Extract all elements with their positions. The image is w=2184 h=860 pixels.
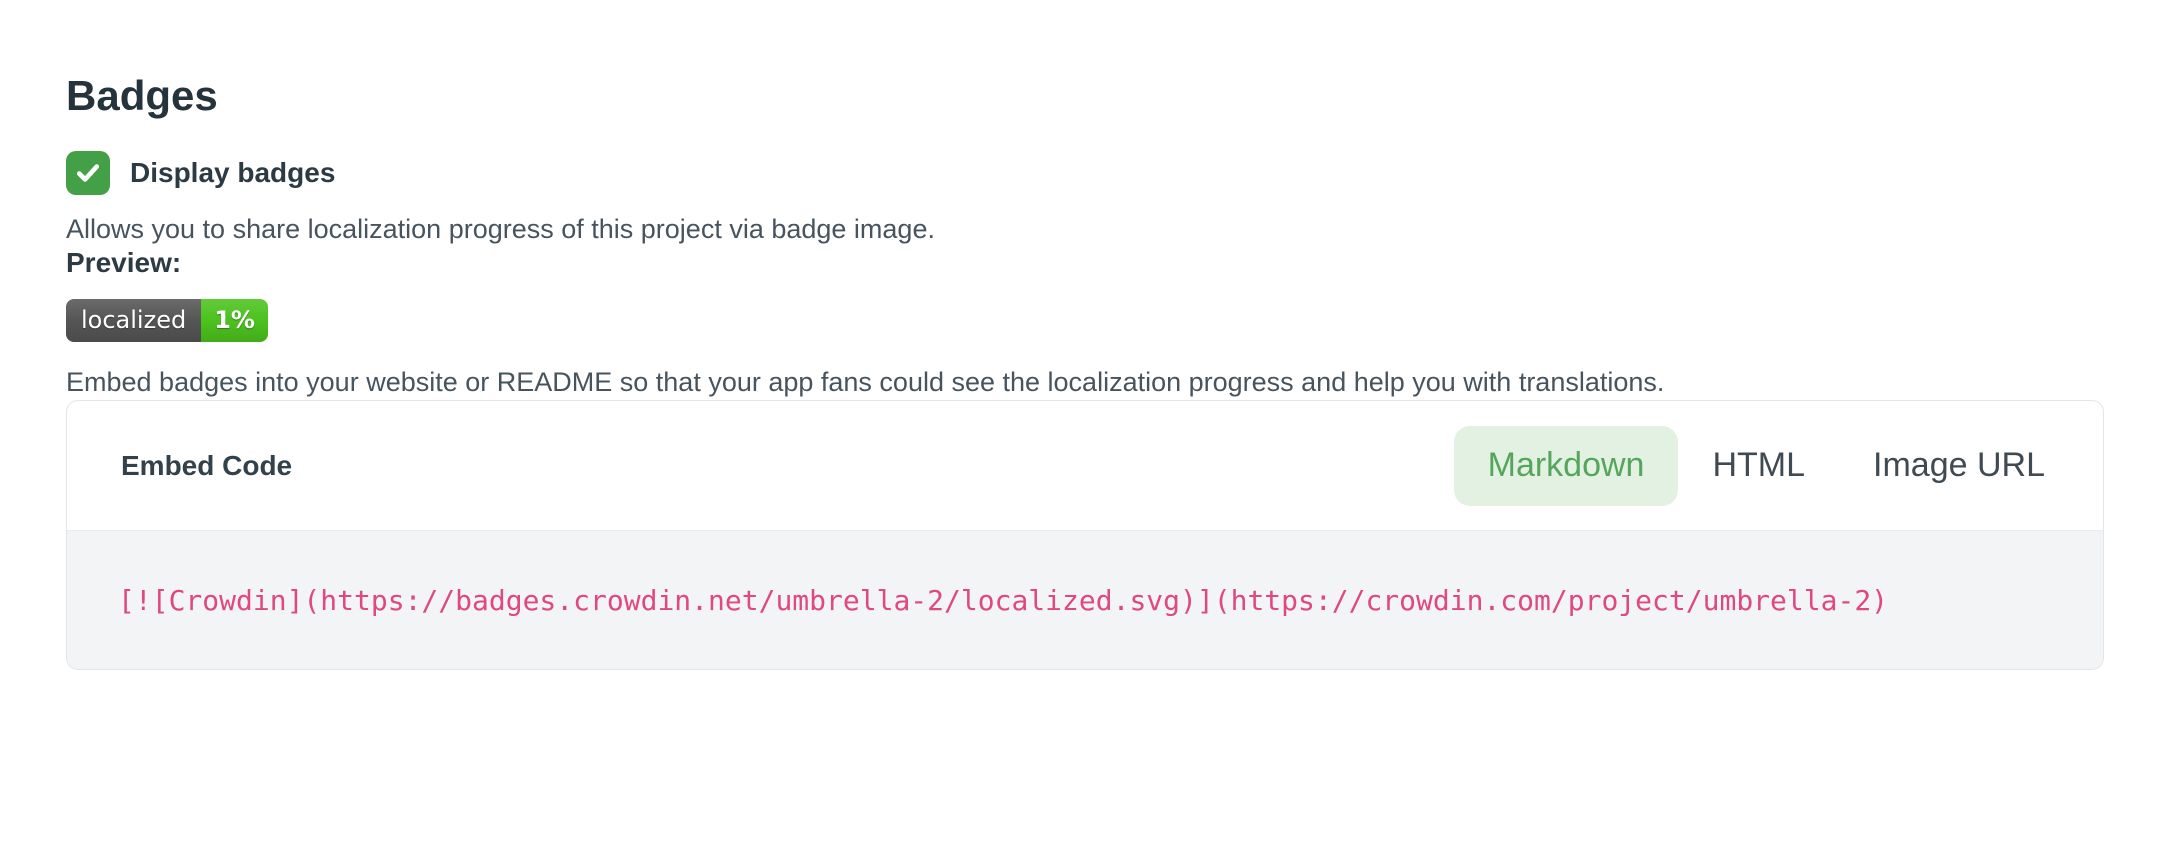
tab-image-url[interactable]: Image URL (1839, 426, 2079, 506)
display-badges-label: Display badges (130, 157, 335, 189)
embed-code-title: Embed Code (121, 450, 292, 482)
embed-hint-text: Embed badges into your website or README… (66, 364, 2118, 400)
page-title: Badges (66, 70, 2118, 123)
embed-code-body: [![Crowdin](https://badges.crowdin.net/u… (67, 530, 2103, 669)
display-badges-checkbox[interactable] (66, 151, 110, 195)
preview-label: Preview: (66, 247, 2118, 279)
tab-html[interactable]: HTML (1678, 426, 1839, 506)
embed-code-card-header: Embed Code Markdown HTML Image URL (67, 401, 2103, 530)
display-badges-row: Display badges (66, 151, 2118, 195)
embed-code-text: [![Crowdin](https://badges.crowdin.net/u… (118, 584, 1888, 617)
badge-value: 1% (201, 299, 268, 342)
badge-label: localized (66, 299, 201, 342)
checkmark-icon (74, 159, 102, 187)
embed-code-format-tabs: Markdown HTML Image URL (1454, 426, 2079, 506)
badges-settings-section: Badges Display badges Allows you to shar… (0, 0, 2184, 670)
embed-code-snippet[interactable]: [![Crowdin](https://badges.crowdin.net/u… (118, 584, 1888, 617)
localization-badge: localized 1% (66, 299, 268, 342)
tab-markdown[interactable]: Markdown (1454, 426, 1679, 506)
badges-description: Allows you to share localization progres… (66, 211, 2118, 247)
embed-code-card: Embed Code Markdown HTML Image URL [![Cr… (66, 400, 2104, 670)
